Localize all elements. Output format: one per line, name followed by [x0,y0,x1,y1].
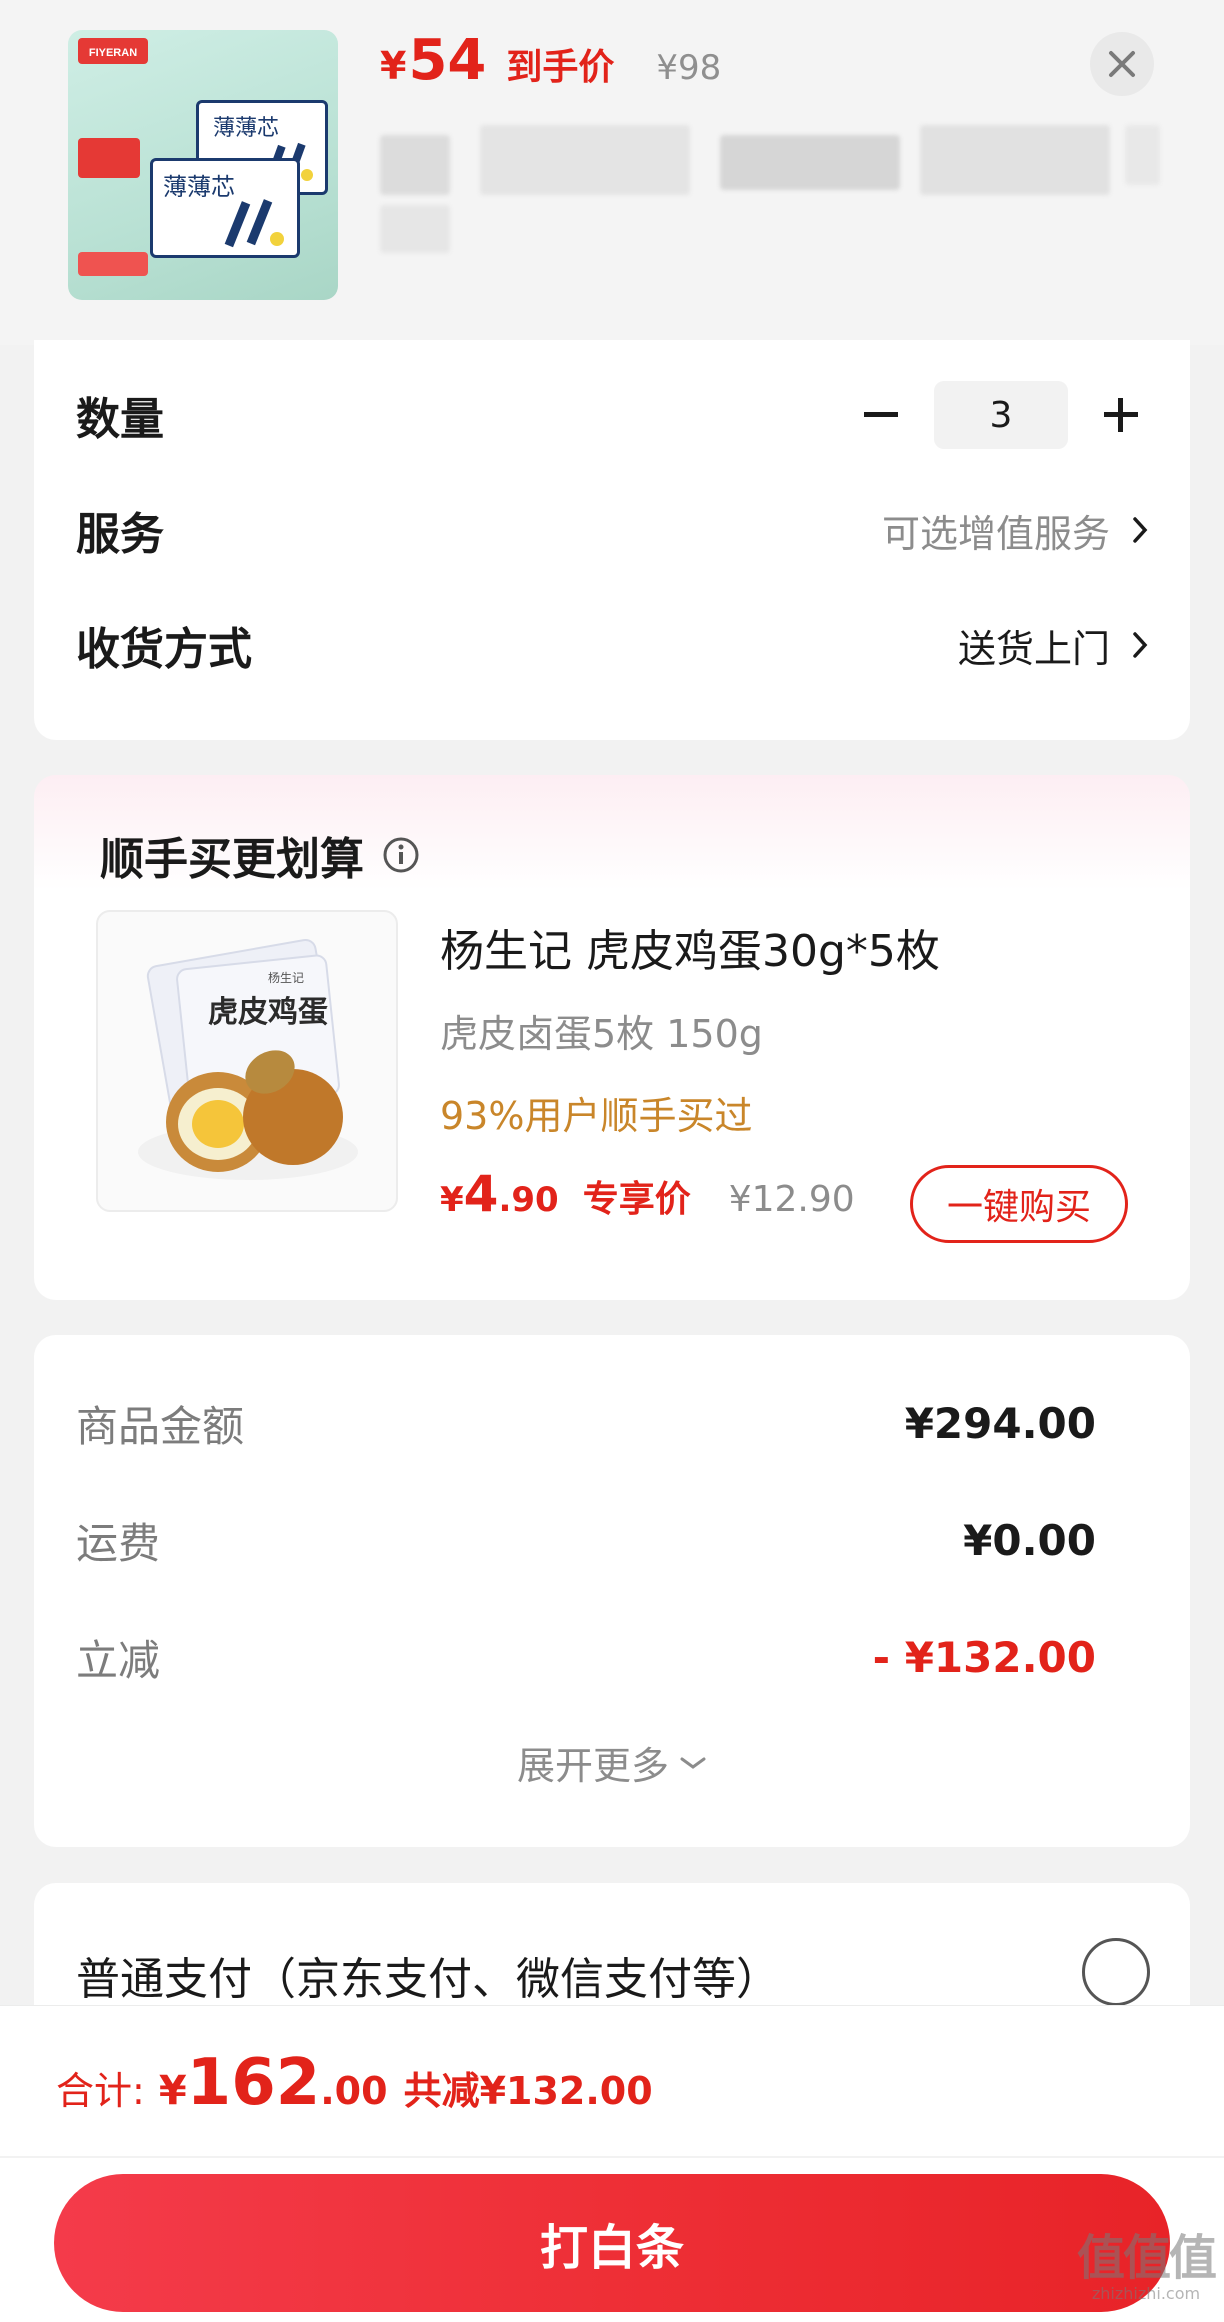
blurred-product-title [380,125,1160,265]
delivery-row[interactable]: 收货方式 送货上门 [76,605,1148,685]
price-value: 54 [408,28,487,93]
payment-method-radio[interactable] [1082,1938,1150,2006]
original-price: ¥98 [656,48,722,88]
product-box-front: 薄薄芯 [150,158,300,258]
addon-social-proof: 93%用户顺手买过 [440,1094,753,1138]
checkout-bar: 合计: ¥ 162 .00 共减¥132.00 打白条 [0,2005,1224,2322]
close-icon [1109,51,1135,77]
quantity-input[interactable]: 3 [934,381,1068,449]
addon-section-title: 顺手买更划算 [100,823,420,887]
order-total: 合计: ¥ 162 .00 共减¥132.00 [56,2046,653,2120]
total-int: 162 [186,2046,321,2120]
payment-method-label: 普通支付（京东支付、微信支付等） [76,1954,780,2005]
decrease-button[interactable] [854,388,908,442]
product-header: FIYERAN 薄薄芯 薄薄芯 ¥ 54 到手价 ¥98 [0,0,1224,345]
amount-label: 运费 [76,1518,161,1568]
addon-card: 顺手买更划算 虎皮鸡蛋 杨生记 杨生记 虎皮鸡蛋30g*5枚 虎皮卤蛋5枚 15… [34,775,1190,1300]
egg-brand-text: 杨生记 [268,970,304,985]
increase-button[interactable] [1094,388,1148,442]
service-value: 可选增值服务 [882,503,1148,558]
price-currency: ¥ [380,44,407,88]
total-label: 合计: [56,2069,145,2113]
amount-value: ¥294.00 [904,1398,1096,1448]
delivery-label: 收货方式 [76,624,252,675]
amount-value: ¥0.00 [963,1515,1096,1565]
plus-icon [1104,398,1138,432]
service-value-text: 可选增值服务 [881,511,1110,556]
service-row[interactable]: 服务 可选增值服务 [76,490,1148,570]
addon-product-image[interactable]: 虎皮鸡蛋 杨生记 [96,910,398,1212]
amount-label: 立减 [76,1635,161,1685]
addon-price: ¥ 4 .90 专享价 ¥12.90 [440,1165,855,1223]
promo-tag-bottom [78,252,148,276]
service-label: 服务 [76,509,164,560]
chevron-right-icon [1133,632,1148,658]
addon-price-currency: ¥ [440,1180,464,1220]
addon-original-price: ¥12.90 [728,1179,855,1220]
quantity-stepper: 3 [854,381,1148,449]
expand-more-button[interactable]: 展开更多 [34,1735,1190,1790]
svg-text:薄薄芯: 薄薄芯 [163,173,235,201]
quantity-row: 数量 3 [76,370,1148,460]
amount-row-discount: 立减 - ¥132.00 [76,1617,1096,1697]
addon-title-text: 顺手买更划算 [100,834,364,885]
chevron-down-icon [680,1757,706,1769]
total-currency: ¥ [158,2068,187,2114]
delivery-value-text: 送货上门 [957,626,1110,671]
total-saved: 共减¥132.00 [403,2069,653,2113]
addon-product-spec: 虎皮卤蛋5枚 150g [440,1012,763,1056]
brand-logo: FIYERAN [78,38,148,64]
svg-text:薄薄芯: 薄薄芯 [213,116,279,141]
order-options-card: 数量 3 服务 可选增值服务 收货方式 送货上门 [34,340,1190,740]
product-thumbnail[interactable]: FIYERAN 薄薄芯 薄薄芯 [68,30,338,300]
quantity-label: 数量 [76,394,164,445]
info-icon[interactable] [382,836,420,874]
addon-price-label: 专享价 [582,1179,691,1220]
price-label: 到手价 [506,47,615,88]
addon-product-name[interactable]: 杨生记 虎皮鸡蛋30g*5枚 [440,915,940,979]
minus-icon [864,412,898,417]
delivery-value: 送货上门 [958,618,1148,673]
egg-pack-text: 虎皮鸡蛋 [208,995,328,1030]
svg-text:FIYERAN: FIYERAN [89,47,137,59]
divider [0,2156,1224,2158]
amount-value: - ¥132.00 [872,1632,1096,1682]
amount-label: 商品金额 [76,1401,245,1451]
expand-more-label: 展开更多 [516,1744,669,1788]
chevron-right-icon [1133,517,1148,543]
total-dec: .00 [320,2069,388,2113]
amount-summary-card: 商品金额 ¥294.00 运费 ¥0.00 立减 - ¥132.00 展开更多 [34,1335,1190,1847]
addon-price-int: 4 [463,1165,499,1223]
pay-with-baitiao-button[interactable]: 打白条 [54,2174,1170,2312]
close-button[interactable] [1090,32,1154,96]
addon-price-dec: .90 [498,1180,559,1220]
deal-price: ¥ 54 到手价 ¥98 [380,28,721,98]
amount-row-shipping: 运费 ¥0.00 [76,1500,1096,1580]
promo-tag [78,138,140,178]
amount-row-goods: 商品金额 ¥294.00 [76,1383,1096,1463]
one-click-buy-button[interactable]: 一键购买 [910,1165,1128,1243]
